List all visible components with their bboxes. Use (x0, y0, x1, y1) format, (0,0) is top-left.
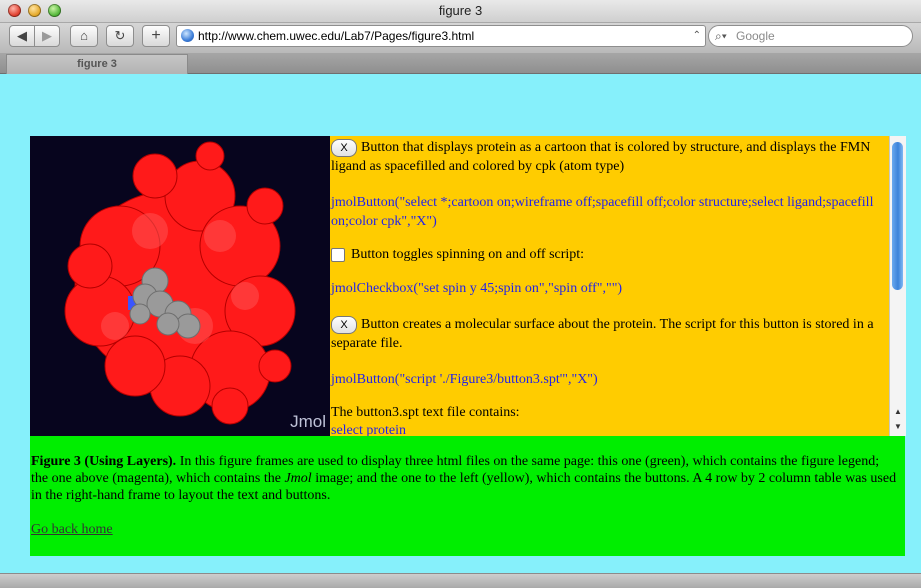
legend-title: Figure 3 (Using Layers). (31, 454, 177, 469)
figure-legend: Figure 3 (Using Layers). In this figure … (31, 453, 897, 504)
control-2-code: jmolCheckbox("set spin y 45;spin on","sp… (331, 281, 623, 296)
search-placeholder: Google (736, 29, 775, 43)
home-button[interactable]: ⌂ (70, 25, 98, 47)
control-1-code: jmolButton("select *;cartoon on;wirefram… (331, 195, 874, 229)
spin-checkbox[interactable] (331, 247, 345, 262)
window-title: figure 3 (438, 3, 483, 18)
protein-surface (64, 141, 296, 425)
control-1-description: Button that displays protein as a cartoo… (331, 140, 871, 174)
home-icon: ⌂ (80, 28, 88, 43)
control-1: X Button that displays protein as a carto… (331, 138, 876, 176)
url-dropdown-icon[interactable]: ⌃ (693, 26, 701, 46)
reload-button[interactable]: ↻ (106, 25, 134, 47)
address-bar[interactable]: http://www.chem.uwec.edu/Lab7/Pages/figu… (176, 25, 706, 47)
url-text: http://www.chem.uwec.edu/Lab7/Pages/figu… (198, 29, 475, 43)
protein-model[interactable] (30, 136, 330, 436)
button-frame: X Button that displays protein as a carto… (330, 136, 889, 436)
tab-figure-3[interactable]: figure 3 (6, 54, 188, 74)
scroll-up-arrow-icon[interactable]: ▲ (890, 405, 906, 419)
go-back-home-link[interactable]: Go back home (31, 522, 113, 538)
control-3-code: jmolButton("script './Figure3/button3.sp… (331, 372, 598, 387)
legend-jmol: Jmol (284, 471, 312, 486)
browser-toolbar: ◀ ▶ ⌂ ↻ + http://www.chem.uwec.edu/Lab7/… (0, 23, 921, 53)
add-bookmark-button[interactable]: + (142, 25, 170, 47)
surface-button[interactable]: X (331, 315, 357, 334)
control-3-description: Button creates a molecular surface about… (331, 317, 874, 351)
jmol-watermark: Jmol (290, 412, 326, 431)
title-bar: figure 3 (0, 0, 921, 23)
back-button[interactable]: ◀ (9, 25, 35, 47)
scrollbar-thumb[interactable] (892, 142, 903, 290)
globe-icon (181, 29, 194, 42)
file-note-code: select protein (331, 423, 407, 436)
scroll-down-arrow-icon[interactable]: ▼ (890, 420, 906, 434)
cartoon-button[interactable]: X (331, 138, 357, 157)
status-bar (0, 573, 921, 588)
button-frame-scrollbar[interactable]: ▲ ▼ (889, 136, 906, 436)
reload-icon: ↻ (114, 28, 126, 43)
forward-button[interactable]: ▶ (34, 25, 60, 47)
magnifier-icon: ⌕▾ (715, 29, 727, 43)
tab-bar: figure 3 (0, 53, 921, 74)
file-note: The button3.spt text file contains: (331, 405, 520, 420)
plus-icon: + (151, 27, 161, 44)
legend-frame: Figure 3 (Using Layers). In this figure … (30, 436, 905, 556)
control-3: X Button creates a molecular surface abou… (331, 315, 876, 353)
jmol-viewer[interactable]: Jmol (30, 136, 330, 436)
control-2: Button toggles spinning on and off scrip… (331, 245, 876, 264)
back-arrow-icon: ◀ (17, 28, 27, 43)
control-2-description: Button toggles spinning on and off scrip… (351, 247, 585, 262)
search-field[interactable]: ⌕▾ Google (708, 25, 913, 47)
forward-arrow-icon: ▶ (42, 28, 52, 43)
